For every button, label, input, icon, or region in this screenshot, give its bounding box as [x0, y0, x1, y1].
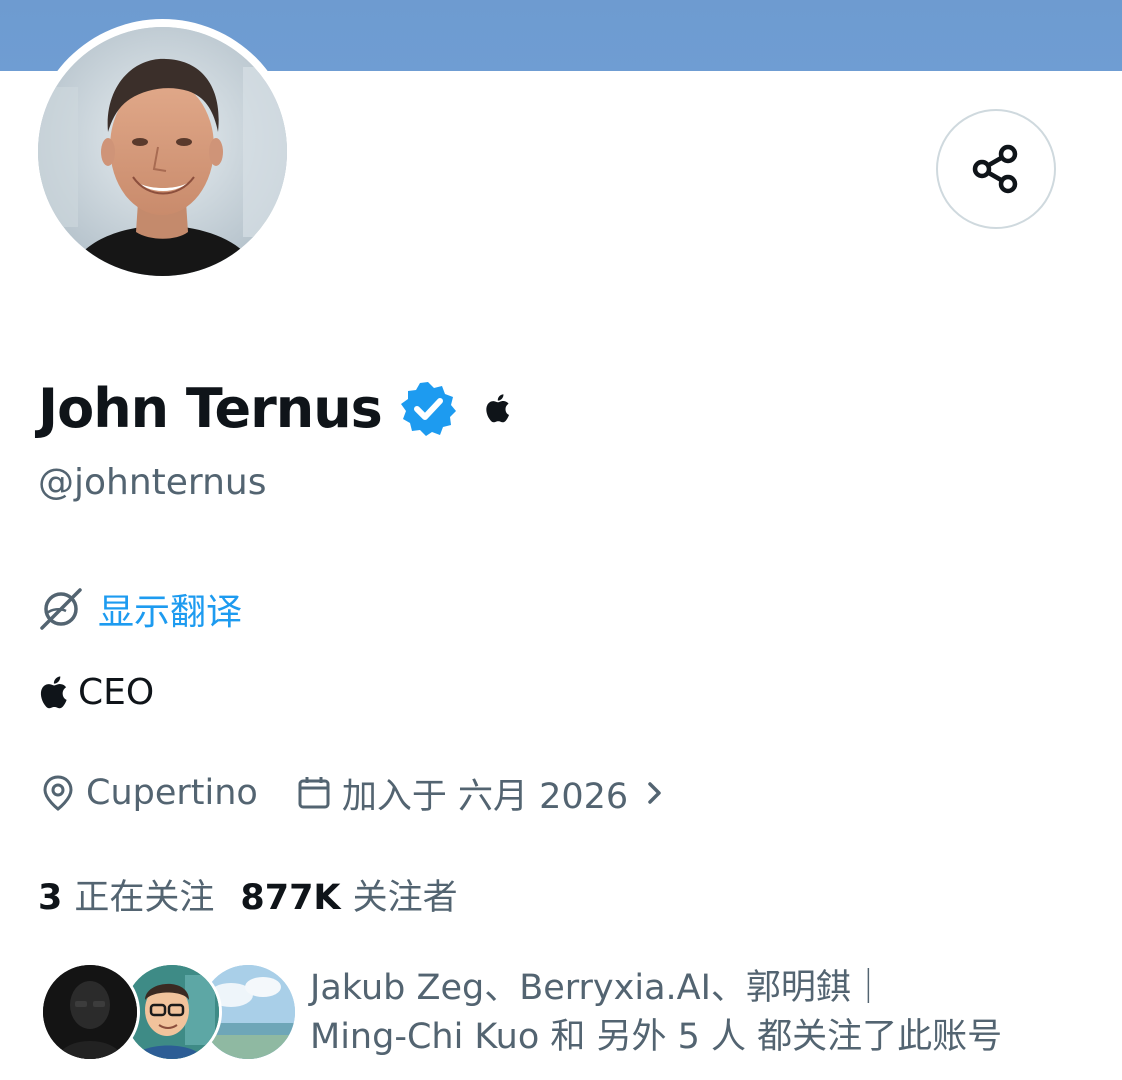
- follow-stats: 3 正在关注 877K 关注者: [38, 868, 458, 920]
- translate-label: 显示翻译: [98, 592, 243, 633]
- translate-icon: [40, 588, 82, 630]
- share-button[interactable]: [936, 109, 1056, 229]
- apple-logo-icon[interactable]: [484, 393, 510, 423]
- avatar-portrait: [38, 27, 287, 276]
- followers-label: 关注者: [352, 877, 458, 918]
- profile-meta: Cupertino 加入于 六月 2026: [38, 768, 670, 818]
- followed-by[interactable]: Jakub Zeg、Berryxia.AI、郭明錤｜ Ming-Chi Kuo …: [38, 962, 1118, 1067]
- display-name: John Ternus: [38, 376, 383, 440]
- followed-by-line-2: Ming-Chi Kuo 和 另外 5 人 都关注了此账号: [310, 1017, 1003, 1057]
- following-stat[interactable]: 3 正在关注: [38, 869, 214, 920]
- share-icon: [972, 144, 1018, 194]
- followed-by-text: Jakub Zeg、Berryxia.AI、郭明錤｜ Ming-Chi Kuo …: [310, 964, 1110, 1062]
- following-label: 正在关注: [74, 877, 215, 918]
- followers-stat[interactable]: 877K 关注者: [240, 869, 457, 920]
- bio-text: CEO: [78, 671, 155, 713]
- chevron-right-icon: [648, 782, 661, 804]
- followers-count: 877K: [240, 877, 341, 918]
- follower-avatar-image: [43, 965, 137, 1059]
- following-count: 3: [38, 877, 63, 918]
- profile-avatar[interactable]: [38, 27, 287, 276]
- location-text: Cupertino: [86, 773, 258, 813]
- followed-by-line-1: Jakub Zeg、Berryxia.AI、郭明錤｜: [310, 968, 886, 1008]
- calendar-icon: [298, 777, 330, 809]
- location-pin-icon: [43, 775, 73, 811]
- profile-bio: CEO: [38, 668, 154, 716]
- verified-badge-icon[interactable]: [400, 380, 456, 436]
- name-row: John Ternus: [38, 372, 510, 444]
- joined-item[interactable]: 加入于 六月 2026: [294, 768, 670, 819]
- joined-text: 加入于 六月 2026: [341, 776, 629, 817]
- location-item: Cupertino: [38, 773, 258, 813]
- follower-avatar: [40, 962, 140, 1062]
- profile-handle: @johnternus: [38, 462, 267, 503]
- translate-button[interactable]: 显示翻译: [38, 584, 242, 634]
- profile-page: John Ternus @johnternus 显示翻译 CEO Cuperti…: [0, 0, 1122, 1080]
- apple-logo-icon: [40, 676, 67, 709]
